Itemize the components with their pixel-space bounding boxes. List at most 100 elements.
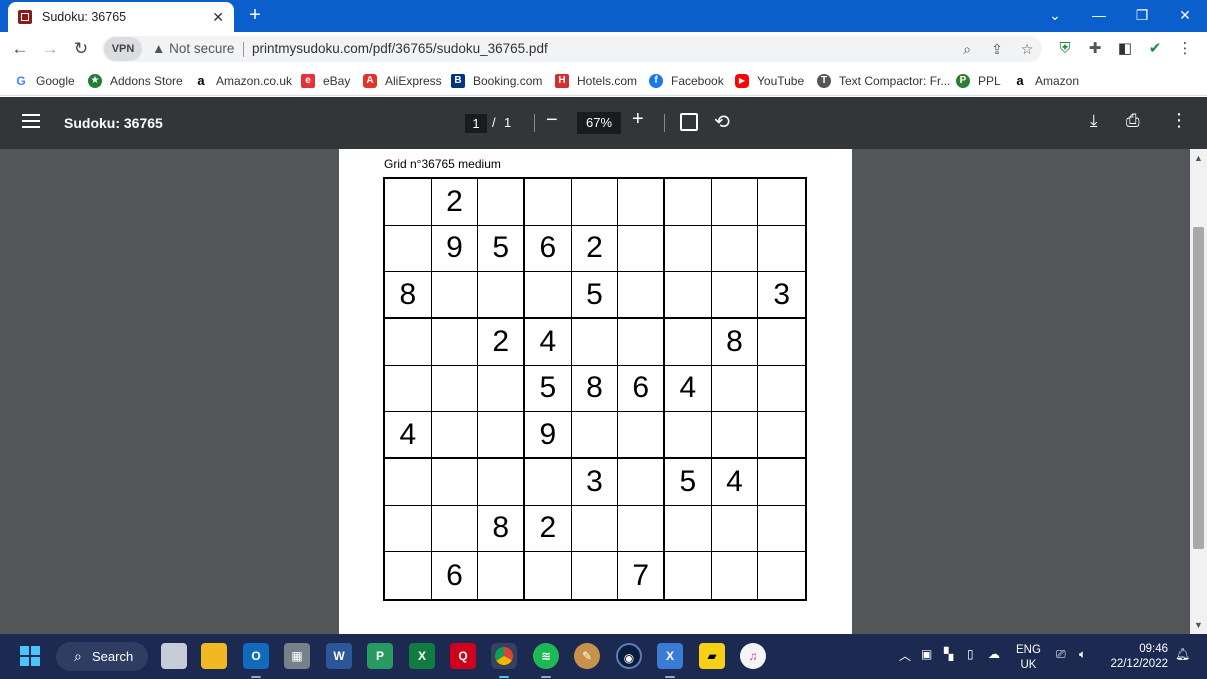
more-options-icon[interactable]: ⋮ — [1170, 110, 1188, 131]
bookmark-aliexpress[interactable]: A AliExpress — [363, 72, 442, 90]
pdf-viewport: Grid n°36765 medium 29562853248586449354… — [0, 149, 1190, 634]
sudoku-cell — [525, 179, 572, 226]
scrollbar-thumb[interactable] — [1193, 227, 1204, 549]
bookmark-label: eBay — [323, 74, 351, 88]
bookmark-facebook[interactable]: f Facebook — [649, 72, 724, 90]
restore-button[interactable]: ❐ — [1120, 0, 1164, 32]
zoom-level-input[interactable]: 67% — [577, 112, 621, 134]
sudoku-cell: 2 — [571, 225, 619, 273]
bookmark-ebay[interactable]: e eBay — [301, 72, 350, 90]
sudoku-cell: 9 — [431, 225, 479, 273]
volume-icon[interactable]: 🔈︎ — [1079, 647, 1086, 662]
reload-icon[interactable]: ↻ — [69, 37, 93, 61]
sticky-notes-icon[interactable]: ▰ — [699, 643, 725, 669]
task-view-icon[interactable] — [161, 643, 187, 669]
bookmark-hotels[interactable]: H Hotels.com — [555, 72, 637, 90]
network-icon[interactable]: ⎚ — [1056, 647, 1066, 662]
url-text[interactable]: printmysudoku.com/pdf/36765/sudoku_36765… — [252, 41, 548, 56]
system-clock[interactable]: 09:46 22/12/2022 — [1110, 642, 1168, 672]
fit-to-page-icon[interactable] — [680, 113, 698, 131]
grid-label: Grid n°36765 medium — [384, 157, 501, 171]
itunes-icon[interactable]: ♫ — [740, 643, 766, 669]
tray-colors-icon[interactable]: ▚ — [944, 647, 953, 661]
scroll-down-arrow-icon[interactable]: ▼ — [1194, 620, 1203, 630]
address-bar[interactable]: VPN ▲ Not secure printmysudoku.com/pdf/3… — [102, 36, 1042, 62]
not-secure-label[interactable]: ▲ Not secure — [152, 41, 234, 56]
spotify-icon[interactable]: ≋ — [533, 643, 559, 669]
onedrive-cloud-icon[interactable]: ☁ — [988, 647, 1000, 661]
notifications-bell-icon[interactable]: 🔔︎ — [1175, 647, 1190, 661]
vertical-scrollbar[interactable]: ▲ ▼ — [1190, 149, 1207, 634]
page-number-input[interactable]: 1 — [465, 114, 487, 133]
bookmark-label: Hotels.com — [577, 74, 638, 88]
zoom-in-icon[interactable]: + — [632, 108, 644, 131]
sudoku-cell — [431, 412, 479, 459]
xmind-icon[interactable]: X — [657, 643, 683, 669]
file-explorer-icon[interactable] — [201, 643, 227, 669]
print-icon[interactable]: ⎙ — [1126, 111, 1140, 131]
download-icon[interactable]: ⤓ — [1090, 111, 1098, 131]
extensions-puzzle-icon[interactable]: ✚ — [1085, 39, 1105, 59]
windows-taskbar: ⌕ Search O ▦ W P X Q ≋ ✎ ◉ X ▰ ♫ ︿ ▣ ▚ ▯… — [0, 634, 1207, 679]
chrome-icon[interactable] — [491, 643, 517, 669]
sudoku-cell — [758, 412, 805, 459]
sudoku-cell — [431, 365, 479, 413]
paint-icon[interactable]: ✎ — [574, 643, 600, 669]
tab-sudoku[interactable]: Sudoku: 36765 ✕ — [8, 2, 234, 32]
sudoku-cell — [385, 225, 432, 273]
taskbar-search-button[interactable]: ⌕ Search — [56, 642, 148, 671]
tray-app-icon[interactable]: ▣ — [921, 647, 932, 661]
quicken-icon[interactable]: Q — [450, 643, 476, 669]
sudoku-cell — [711, 179, 759, 226]
search-label: Search — [92, 649, 134, 664]
bookmark-google[interactable]: G Google — [14, 72, 75, 90]
running-indicator — [499, 676, 509, 678]
bookmark-addons-store[interactable]: ★ Addons Store — [88, 72, 183, 90]
bookmark-amazon[interactable]: a Amazon — [1013, 72, 1079, 90]
side-panel-icon[interactable]: ◧ — [1115, 39, 1135, 59]
url-separator — [243, 42, 244, 57]
zoom-search-icon[interactable]: ⌕ — [957, 39, 977, 59]
sudoku-cell — [711, 505, 759, 553]
forward-arrow-icon[interactable]: → — [38, 37, 62, 61]
minimize-button[interactable]: — — [1077, 0, 1121, 32]
bookmark-youtube[interactable]: ▶ YouTube — [735, 72, 804, 90]
outlook-icon[interactable]: O — [243, 643, 269, 669]
zoom-out-icon[interactable]: − — [546, 109, 558, 132]
sudoku-cell — [525, 552, 572, 599]
sudoku-cell — [478, 412, 525, 459]
language-indicator[interactable]: ENG UK — [1016, 643, 1041, 673]
running-indicator — [665, 676, 675, 678]
bookmark-amazon-co-uk[interactable]: a Amazon.co.uk — [194, 72, 292, 90]
bookmark-ppl[interactable]: P PPL — [956, 72, 1001, 90]
close-window-button[interactable]: ✕ — [1163, 0, 1207, 32]
usb-icon[interactable]: ▯ — [967, 647, 974, 661]
pdf-title: Sudoku: 36765 — [64, 115, 163, 131]
word-icon[interactable]: W — [326, 643, 352, 669]
security-check-icon[interactable]: ✔ — [1145, 39, 1165, 59]
sudoku-cell: 8 — [571, 365, 619, 413]
bookmark-booking[interactable]: B Booking.com — [451, 72, 542, 90]
excel-icon[interactable]: X — [409, 643, 435, 669]
sudoku-cell — [665, 412, 712, 459]
windows-start-icon[interactable] — [20, 646, 40, 666]
media-player-icon[interactable]: ◉ — [616, 643, 642, 669]
browser-menu-icon[interactable]: ⋮ — [1175, 39, 1195, 59]
back-arrow-icon[interactable]: ← — [8, 37, 32, 61]
share-icon[interactable]: ⇪ — [987, 39, 1007, 59]
tab-search-chevron-icon[interactable]: ⌄ — [1033, 0, 1077, 32]
calculator-icon[interactable]: ▦ — [284, 643, 310, 669]
tab-close-icon[interactable]: ✕ — [212, 9, 224, 26]
tray-overflow-chevron-icon[interactable]: ︿ — [899, 647, 911, 664]
publisher-icon[interactable]: P — [367, 643, 393, 669]
new-tab-button[interactable]: + — [244, 4, 266, 26]
sudoku-cell — [665, 552, 712, 599]
menu-hamburger-icon[interactable] — [22, 114, 40, 128]
bookmark-text-compactor[interactable]: T Text Compactor: Fr... — [817, 72, 950, 90]
rotate-icon[interactable]: ⟲ — [714, 111, 730, 134]
scroll-up-arrow-icon[interactable]: ▲ — [1194, 153, 1203, 163]
adblock-shield-icon[interactable]: ⛨ — [1055, 39, 1075, 59]
sudoku-cell — [618, 459, 665, 506]
bookmark-star-icon[interactable]: ☆ — [1017, 39, 1037, 59]
vpn-badge[interactable]: VPN — [104, 37, 142, 61]
